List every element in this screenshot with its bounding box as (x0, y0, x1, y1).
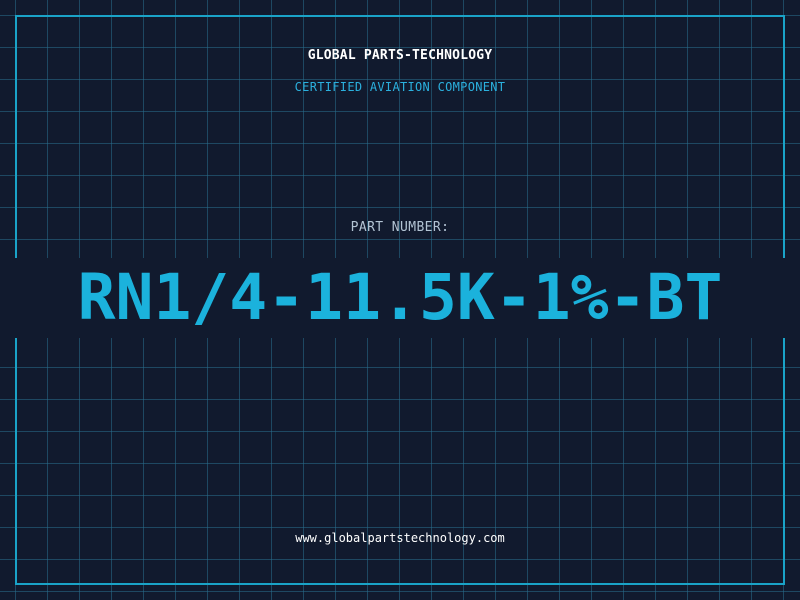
part-number-value: RN1/4-11.5K-1%-BT (77, 261, 723, 334)
part-number-label: PART NUMBER: (350, 220, 450, 235)
certification-subtitle: CERTIFIED AVIATION COMPONENT (294, 80, 506, 94)
website-link[interactable]: www.globalpartstechnology.com (0, 531, 800, 545)
company-name: GLOBAL PARTS-TECHNOLOGY (307, 48, 493, 63)
